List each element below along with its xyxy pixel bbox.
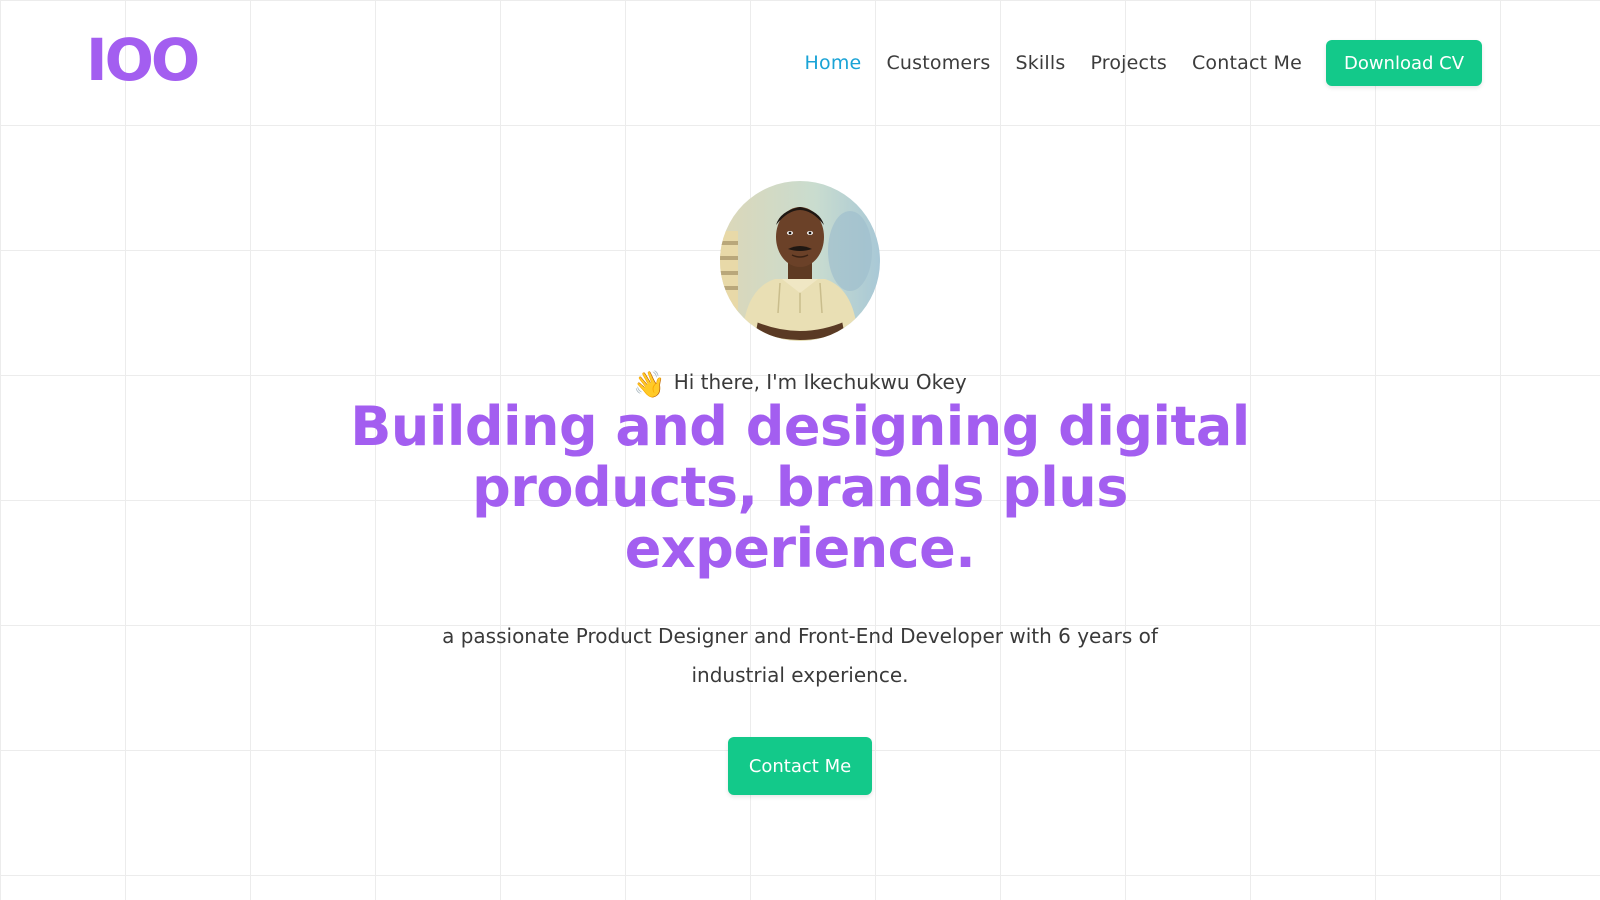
- hero-subtitle: a passionate Product Designer and Front-…: [442, 624, 1158, 687]
- logo[interactable]: IOO: [86, 28, 200, 92]
- nav-link-contact-me[interactable]: Contact Me: [1192, 52, 1302, 74]
- greeting-text: Hi there, I'm Ikechukwu Okey: [673, 370, 967, 394]
- nav-link-customers[interactable]: Customers: [886, 52, 990, 74]
- contact-me-button[interactable]: Contact Me: [728, 737, 872, 795]
- avatar-illustration: [720, 181, 880, 341]
- nav-link-skills[interactable]: Skills: [1015, 52, 1065, 74]
- download-cv-button[interactable]: Download CV: [1326, 40, 1482, 86]
- nav-link-home[interactable]: Home: [805, 52, 862, 74]
- main-nav: Home Customers Skills Projects Contact M…: [805, 40, 1482, 86]
- nav-link-projects[interactable]: Projects: [1090, 52, 1167, 74]
- hero-headline: Building and designing digital products,…: [350, 395, 1250, 580]
- avatar: [720, 181, 880, 341]
